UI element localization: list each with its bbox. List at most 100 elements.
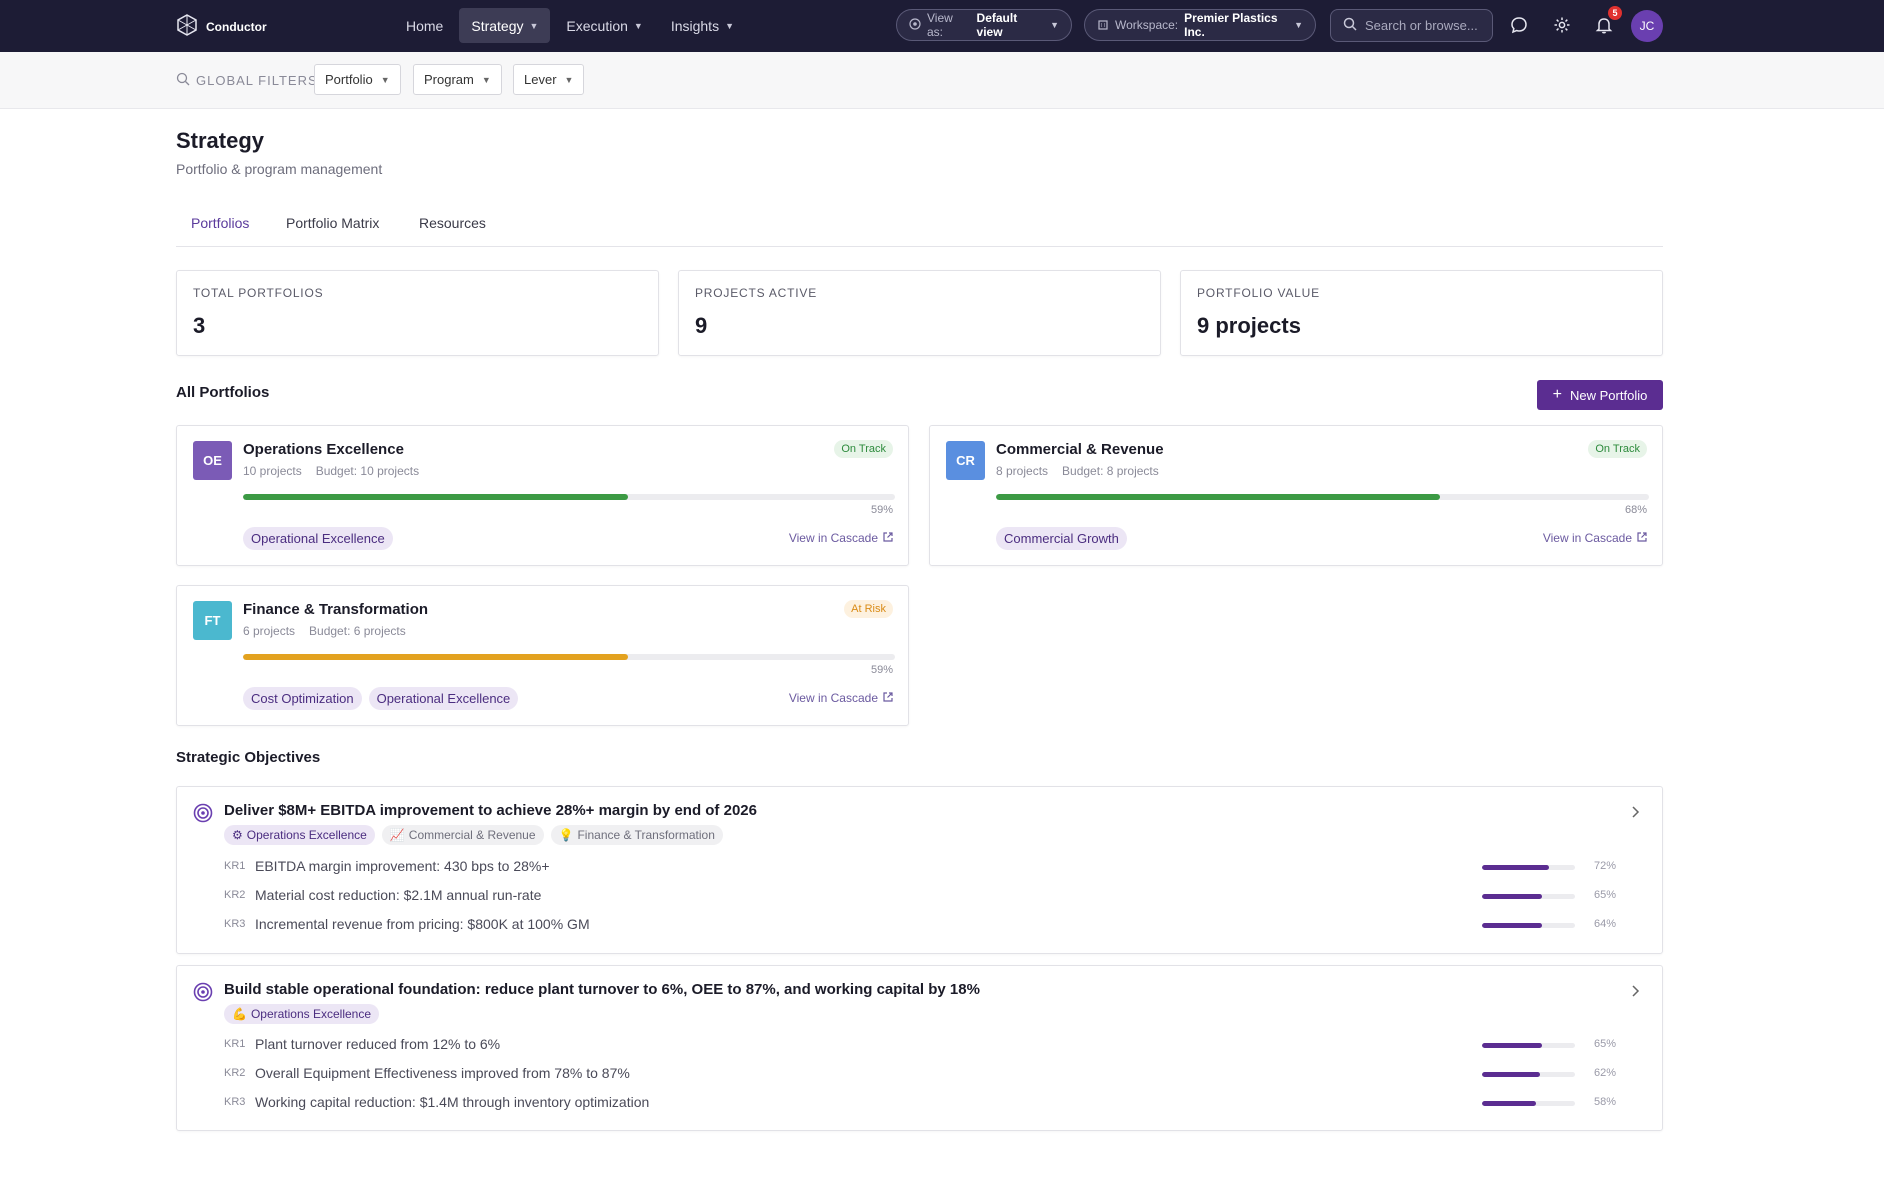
search-icon	[1343, 17, 1357, 34]
portfolio-budget: Budget: 8 projects	[1062, 464, 1159, 478]
key-result-percent: 58%	[1594, 1096, 1617, 1108]
key-result-row: KR1 Plant turnover reduced from 12% to 6…	[224, 1035, 1644, 1055]
target-icon	[193, 982, 213, 1005]
objective-tag[interactable]: ⚙ Operations Excellence	[224, 825, 375, 845]
portfolio-initials: CR	[946, 441, 985, 480]
chevron-down-icon: ▼	[1050, 20, 1059, 30]
key-result-row: KR2 Material cost reduction: $2.1M annua…	[224, 886, 1644, 906]
gear-icon[interactable]	[1551, 14, 1573, 36]
lever-tag[interactable]: Commercial Growth	[996, 527, 1127, 550]
notification-count-badge: 5	[1608, 6, 1622, 20]
main-nav: Home Strategy ▼ Execution ▼ Insights ▼	[394, 8, 750, 43]
workspace-selector[interactable]: Workspace: Premier Plastics Inc. ▼	[1084, 9, 1316, 41]
external-link-icon	[883, 691, 893, 705]
stat-label: TOTAL PORTFOLIOS	[193, 286, 324, 300]
lever-tag[interactable]: Operational Excellence	[243, 527, 393, 550]
objective-tag-label: Commercial & Revenue	[408, 828, 536, 842]
portfolio-card-finance-transformation[interactable]: FT Finance & Transformation 6 projects Bu…	[176, 585, 909, 726]
portfolio-initials: OE	[193, 441, 232, 480]
chevron-down-icon: ▼	[564, 74, 574, 85]
objective-tag-label: Operations Excellence	[246, 828, 367, 842]
brand[interactable]: Conductor	[176, 14, 267, 39]
key-result-id: KR3	[224, 1096, 246, 1108]
portfolio-tags: Cost Optimization Operational Excellence	[243, 687, 519, 710]
key-result-id: KR3	[224, 918, 246, 930]
objective-tag-label: Operations Excellence	[250, 1007, 372, 1021]
conductor-logo-icon	[176, 14, 198, 39]
key-result-percent: 64%	[1594, 918, 1617, 930]
portfolio-card-commercial-revenue[interactable]: CR Commercial & Revenue 8 projects Budget…	[929, 425, 1663, 566]
lever-filter-label: Lever	[524, 72, 557, 87]
view-in-cascade-link[interactable]: View in Cascade	[789, 531, 893, 545]
key-result-progress-bar	[1482, 865, 1575, 870]
key-result-text: Plant turnover reduced from 12% to 6%	[255, 1036, 501, 1052]
nav-execution-label: Execution	[566, 17, 628, 34]
nav-strategy[interactable]: Strategy ▼	[459, 8, 551, 43]
objective-title: Build stable operational foundation: red…	[224, 981, 980, 998]
chevron-down-icon: ▼	[633, 20, 643, 31]
view-in-cascade-label: View in Cascade	[788, 691, 878, 705]
portfolio-projects: 8 projects	[996, 464, 1049, 478]
key-result-id: KR1	[224, 1038, 246, 1050]
tab-portfolios[interactable]: Portfolios	[191, 215, 249, 231]
portfolio-name: Commercial & Revenue	[996, 441, 1164, 458]
key-result-text: Working capital reduction: $1.4M through…	[255, 1094, 650, 1110]
external-link-icon	[883, 531, 893, 545]
progress-fill	[1482, 894, 1543, 899]
chevron-right-icon[interactable]	[1630, 805, 1640, 821]
status-badge: On Track	[1588, 440, 1647, 458]
progress-fill	[996, 494, 1441, 500]
new-portfolio-label: New Portfolio	[1570, 387, 1648, 403]
progress-fill	[1482, 1072, 1540, 1077]
nav-home-label: Home	[406, 17, 444, 34]
nav-insights-label: Insights	[670, 17, 720, 34]
lever-tag[interactable]: Cost Optimization	[243, 687, 362, 710]
view-in-cascade-link[interactable]: View in Cascade	[1543, 531, 1647, 545]
nav-execution[interactable]: Execution ▼	[554, 8, 654, 43]
program-filter-dropdown[interactable]: Program ▼	[413, 64, 502, 95]
objective-tag[interactable]: 📈 Commercial & Revenue	[381, 825, 544, 845]
objective-card[interactable]: Deliver $8M+ EBITDA improvement to achie…	[176, 786, 1663, 954]
portfolio-filter-dropdown[interactable]: Portfolio ▼	[314, 64, 401, 95]
portfolio-name: Finance & Transformation	[243, 601, 429, 618]
building-icon	[1097, 18, 1109, 33]
user-avatar[interactable]: JC	[1631, 10, 1663, 42]
portfolio-meta: 8 projects Budget: 8 projects	[996, 464, 1173, 478]
progress-fill	[243, 494, 628, 500]
lever-tag[interactable]: Operational Excellence	[368, 687, 519, 710]
progress-fill	[1482, 1043, 1543, 1048]
key-result-row: KR2 Overall Equipment Effectiveness impr…	[224, 1064, 1644, 1084]
view-as-label: View as:	[927, 11, 953, 39]
stat-value: 9	[695, 313, 708, 338]
portfolio-meta: 6 projects Budget: 6 projects	[243, 624, 420, 638]
objective-tag[interactable]: 💡 Finance & Transformation	[550, 825, 723, 845]
progress-fill	[1482, 923, 1542, 928]
nav-insights[interactable]: Insights ▼	[659, 8, 746, 43]
view-in-cascade-link[interactable]: View in Cascade	[789, 691, 893, 705]
global-search-input[interactable]: Search or browse...	[1330, 9, 1493, 42]
progress-fill	[243, 654, 628, 660]
stat-card-total-portfolios: TOTAL PORTFOLIOS 3	[176, 270, 659, 356]
key-result-row: KR3 Working capital reduction: $1.4M thr…	[224, 1093, 1644, 1113]
view-as-selector[interactable]: View as: Default view ▼	[896, 9, 1072, 41]
objective-tag[interactable]: 💪 Operations Excellence	[224, 1004, 380, 1024]
chevron-right-icon[interactable]	[1630, 984, 1640, 1000]
portfolio-initials: FT	[193, 601, 232, 640]
objective-tag-icon: 💪	[232, 1007, 247, 1021]
workspace-label: Workspace:	[1115, 18, 1179, 32]
nav-home[interactable]: Home	[394, 8, 455, 43]
key-result-progress-bar	[1482, 1043, 1575, 1048]
portfolio-card-operations-excellence[interactable]: OE Operations Excellence 10 projects Budg…	[176, 425, 909, 566]
new-portfolio-button[interactable]: + New Portfolio	[1537, 380, 1663, 410]
key-result-id: KR1	[224, 860, 246, 872]
lever-filter-dropdown[interactable]: Lever ▼	[513, 64, 585, 95]
progress-fill	[1482, 1101, 1536, 1106]
objective-card[interactable]: Build stable operational foundation: red…	[176, 965, 1663, 1131]
tab-portfolio-matrix[interactable]: Portfolio Matrix	[286, 215, 379, 231]
chat-icon[interactable]	[1508, 14, 1530, 36]
key-result-progress-bar	[1482, 1072, 1575, 1077]
tab-resources[interactable]: Resources	[419, 215, 486, 231]
key-result-text: Overall Equipment Effectiveness improved…	[255, 1065, 630, 1081]
chevron-down-icon: ▼	[529, 20, 539, 31]
strategic-objectives-heading: Strategic Objectives	[176, 749, 321, 766]
